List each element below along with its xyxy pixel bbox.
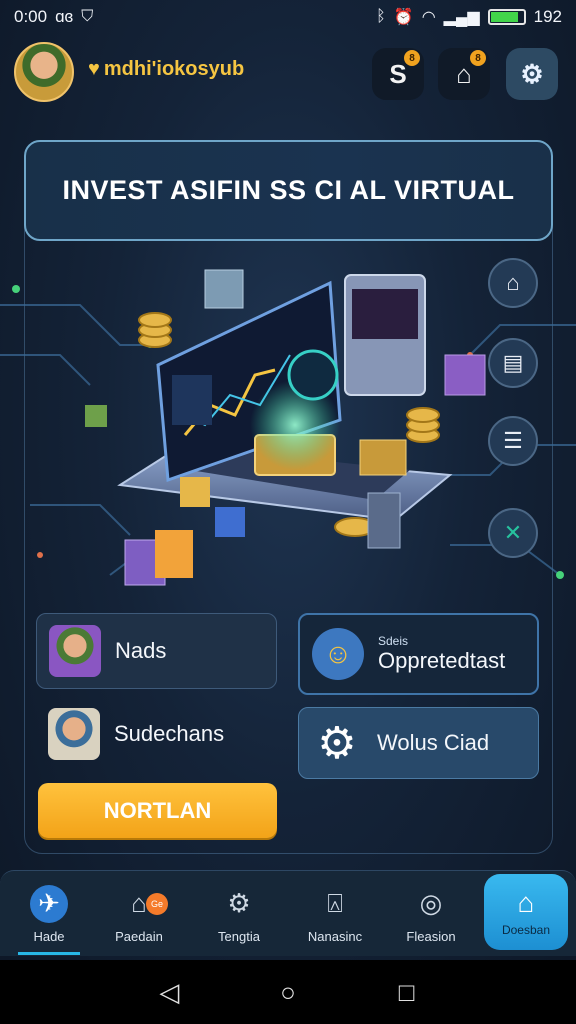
clock: 0:00	[14, 7, 48, 26]
wallet-icon: ⌂	[517, 887, 535, 918]
battery-icon	[487, 9, 526, 25]
card-wolus[interactable]: ⚙ Wolus Ciad	[298, 707, 539, 779]
app-title: ♥ mdhi'iokosyub	[88, 58, 244, 81]
avatar-icon	[49, 625, 101, 677]
side-monitor-screen	[352, 289, 418, 339]
bell-icon: ⌂	[456, 58, 472, 89]
banner: INVEST ASIFIN SS CI AL VIRTUAL	[24, 140, 553, 241]
status-left-text: ɑɞ	[55, 7, 74, 26]
chart-box-icon[interactable]: ▤	[488, 338, 538, 388]
clipboard-icon: ⍓	[327, 887, 343, 918]
nav-item-home[interactable]: ✈ Hade	[4, 871, 94, 957]
nav-label-fleasion: Fleasion	[406, 928, 456, 944]
back-button[interactable]: ◁	[149, 977, 189, 1008]
home-icon: ✈	[30, 884, 68, 923]
app-title-text: mdhi'iokosyub	[103, 58, 245, 80]
nav-fab-wallet[interactable]: ⌂ Doesban	[484, 874, 568, 950]
recent-apps-button[interactable]: □	[387, 977, 427, 1008]
nav-item-fleasion[interactable]: ◎ Fleasion	[386, 871, 476, 957]
gear-icon-large: ⚙	[317, 718, 357, 768]
card-nads-label: Nads	[115, 638, 167, 663]
currency-button[interactable]: S 8	[372, 48, 424, 100]
avatar-icon-2	[48, 708, 100, 760]
cube-1	[204, 269, 244, 309]
notification-button[interactable]: ⌂ 8	[438, 48, 490, 100]
cube-6	[155, 530, 193, 578]
wifi-icon: ◠	[421, 9, 436, 26]
illustration	[0, 269, 576, 586]
home-button[interactable]: ○	[268, 977, 308, 1008]
cube-4	[215, 507, 245, 537]
cube-2	[444, 354, 486, 396]
status-right-text: 192	[533, 7, 562, 26]
cta-label: NORTLAN	[103, 797, 212, 823]
nav-item-nanasinc[interactable]: ⍓ Nanasinc	[290, 871, 380, 957]
card-wolus-label: Wolus Ciad	[377, 730, 490, 755]
header: ♥ mdhi'iokosyub S 8 ⌂ 8 ⚙	[0, 38, 576, 108]
gear-icon: ⚙	[520, 58, 544, 89]
nav-label-tengtia: Tengtia	[218, 928, 260, 944]
crown-icon: ♥	[88, 58, 100, 80]
nav-fab-label: Doesban	[501, 923, 551, 937]
nav-item-tengtia[interactable]: ⚙ Tengtia	[194, 871, 284, 957]
cube-8	[85, 405, 107, 427]
notification-badge: 8	[470, 50, 486, 66]
card-oppre-text: Sdeis Oppretedtast	[378, 634, 505, 674]
nav-item-paedain[interactable]: ⌂ Ge Paedain	[94, 871, 184, 957]
nav-label-nanasinc: Nanasinc	[307, 928, 363, 944]
signal-icon: ▂▄▆	[443, 9, 480, 26]
card-subs[interactable]: Sudechans	[36, 700, 277, 768]
lock-icon-emblem	[287, 349, 339, 401]
card-subs-label: Sudechans	[114, 721, 225, 746]
mask-badge-icon: ☺	[312, 628, 364, 680]
screen-panel	[172, 375, 212, 425]
nav-label-paedain: Paedain	[115, 928, 163, 944]
card-oppre-label: Oppretedtast	[378, 648, 506, 673]
nav-badge: Ge	[146, 893, 168, 915]
cta-button[interactable]: NORTLAN	[38, 783, 277, 838]
cube-3	[180, 477, 210, 507]
alarm-icon: ⏰	[393, 9, 414, 26]
card-oppre[interactable]: ☺ Sdeis Oppretedtast	[298, 613, 539, 695]
bluetooth-icon: ᛒ	[376, 8, 386, 25]
card-oppre-sublabel: Sdeis	[378, 634, 409, 648]
system-nav: ◁ ○ □	[0, 960, 576, 1024]
currency-button-label: S	[389, 58, 407, 89]
compass-icon: ◎	[419, 888, 443, 918]
tower	[367, 492, 401, 549]
currency-badge: 8	[404, 50, 420, 66]
nav-label-home: Hade	[33, 928, 65, 944]
x-icon[interactable]: ✕	[488, 508, 538, 558]
bank-icon[interactable]: ⌂	[488, 258, 538, 308]
cube-7	[359, 439, 407, 476]
banner-title: INVEST ASIFIN SS CI AL VIRTUAL	[62, 175, 515, 205]
document-icon[interactable]: ☰	[488, 416, 538, 466]
status-bar: 0:00 ɑɞ ⛉ ᛒ ⏰ ◠ ▂▄▆ 192	[0, 0, 576, 34]
avatar[interactable]	[14, 42, 74, 102]
card-nads[interactable]: Nads	[36, 613, 277, 689]
settings-button[interactable]: ⚙	[506, 48, 558, 100]
shield-icon: ⛉	[81, 8, 94, 25]
gear-icon-nav: ⚙	[227, 888, 251, 918]
